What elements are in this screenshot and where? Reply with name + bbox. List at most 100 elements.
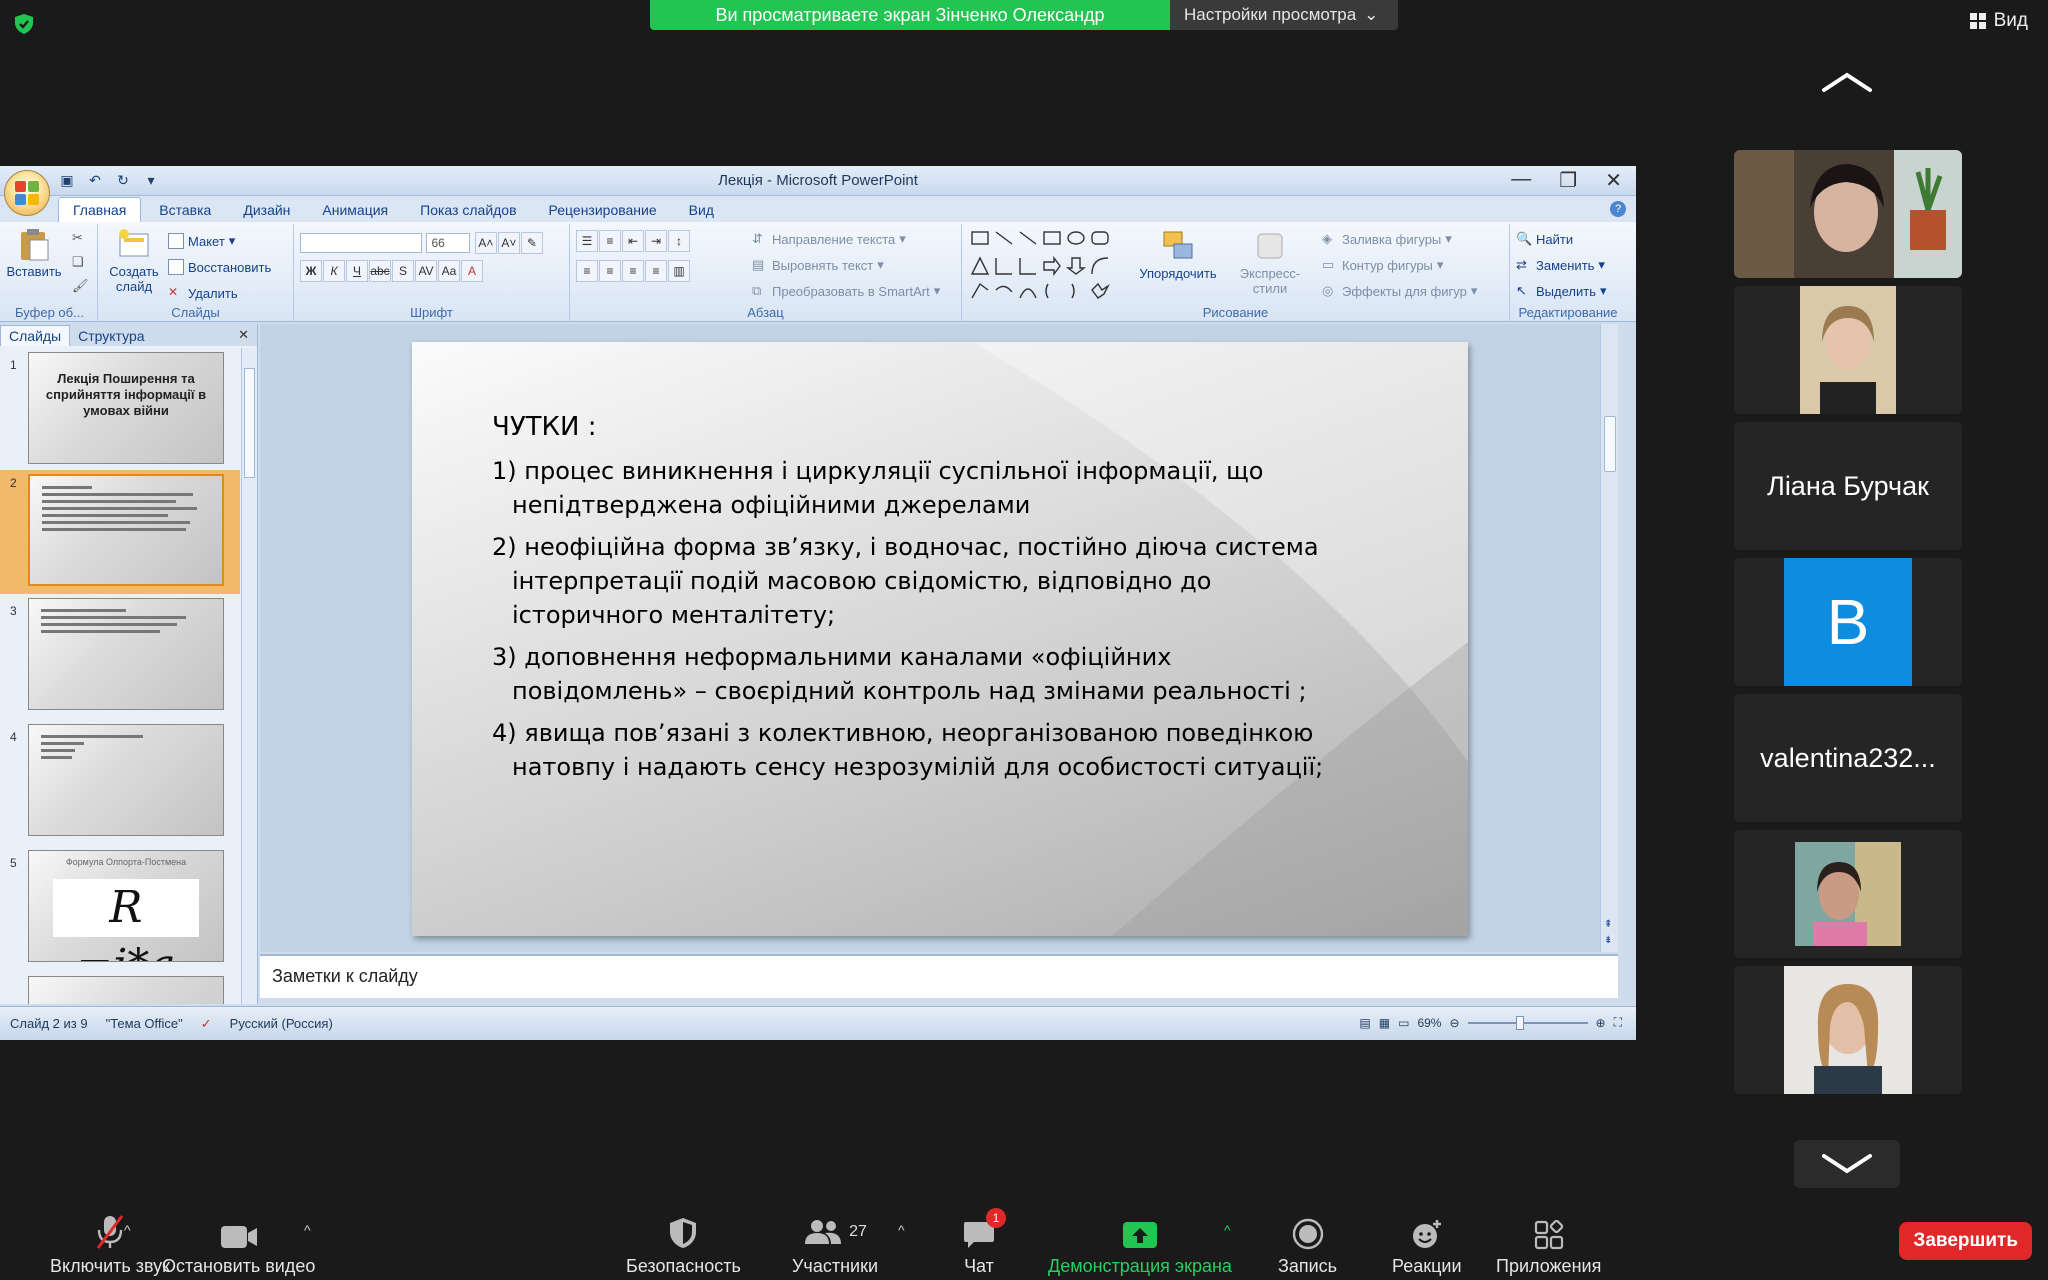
layout-button[interactable]: Макет ▾ [168,228,271,254]
shrink-font-button[interactable]: A˅ [497,232,520,254]
participant-tile[interactable] [1734,830,1962,958]
shapes-gallery[interactable] [968,228,1118,300]
zoom-out-icon[interactable]: ⊖ [1449,1016,1459,1030]
shape-outline-button[interactable]: ▭ Контур фигуры ▾ [1322,252,1477,278]
tab-outline[interactable]: Структура [70,326,152,346]
new-slide-button[interactable]: Создать слайд [104,226,164,294]
arrange-button[interactable]: Упорядочить [1138,228,1218,281]
underline-button[interactable]: Ч [346,260,368,282]
font-name-field[interactable] [300,233,422,253]
participant-tile[interactable] [1734,286,1962,414]
slide-thumbnail-4[interactable]: 4 [0,724,240,844]
gallery-scroll-down-button[interactable] [1794,1140,1900,1188]
text-direction-button[interactable]: ⇵ Направление текста ▾ [752,226,940,252]
close-icon[interactable]: ✕ [1605,168,1622,193]
minimize-icon[interactable]: — [1511,168,1531,193]
fit-window-icon[interactable]: ⛶ [1614,1015,1622,1030]
slideshow-view-icon[interactable]: ▭ [1398,1016,1409,1030]
zoom-slider[interactable] [1467,1015,1588,1030]
audio-options-chevron-icon[interactable]: ^ [124,1222,131,1238]
replace-button[interactable]: ⇄ Заменить ▾ [1516,252,1607,278]
tab-view[interactable]: Вид [675,198,728,222]
delete-slide-button[interactable]: ✕ Удалить [168,280,271,306]
zoom-in-icon[interactable]: ⊕ [1596,1016,1606,1030]
sorter-view-icon[interactable]: ▦ [1379,1016,1390,1030]
shape-fill-button[interactable]: ◈ Заливка фигуры ▾ [1322,226,1477,252]
tab-home[interactable]: Главная [58,197,142,222]
language-indicator[interactable]: Русский (Россия) [230,1016,333,1031]
justify-button[interactable]: ≡ [645,260,667,282]
slide-thumbnail-5[interactable]: 5 Формула Олпорта-Постмена R =i*a [0,850,240,970]
apps-button[interactable]: Приложения [1496,1214,1601,1277]
participant-tile[interactable]: B [1734,558,1962,686]
spacing-button[interactable]: AV [415,260,437,282]
close-panel-icon[interactable]: ✕ [238,327,249,343]
slide-thumbnail-2[interactable]: 2 [0,470,240,594]
stop-video-button[interactable]: Остановить видео [162,1214,315,1277]
columns-button[interactable]: ▥ [668,260,690,282]
tab-design[interactable]: Дизайн [229,198,304,222]
panel-scroll-thumb[interactable] [244,368,255,478]
panel-scrollbar[interactable] [241,348,257,1004]
help-icon[interactable]: ? [1610,201,1626,217]
font-size-field[interactable]: 66 [426,233,471,253]
slide-thumbnail-6[interactable] [0,976,240,1004]
slide-thumbnail-3[interactable]: 3 [0,598,240,718]
zoom-slider-thumb[interactable] [1515,1015,1524,1030]
paste-button[interactable]: Вставить [6,226,62,279]
end-meeting-button[interactable]: Завершить [1899,1222,2032,1260]
tab-slideshow[interactable]: Показ слайдов [406,198,530,222]
convert-smartart-button[interactable]: ⧉ Преобразовать в SmartArt ▾ [752,278,940,304]
office-button[interactable] [4,170,50,216]
share-screen-button[interactable]: Демонстрация экрана [1048,1214,1232,1277]
tab-review[interactable]: Рецензирование [535,198,671,222]
strikethrough-button[interactable]: abc [369,260,391,282]
reactions-button[interactable]: Реакции [1392,1214,1462,1277]
font-color-button[interactable]: A [461,260,483,282]
tab-animation[interactable]: Анимация [308,198,402,222]
spellcheck-icon[interactable]: ✓ [201,1016,212,1032]
quick-styles-button[interactable]: Экспресс-стили [1224,228,1316,296]
reset-button[interactable]: Восстановить [168,254,271,280]
align-center-button[interactable]: ≡ [599,260,621,282]
select-button[interactable]: ↖ Выделить ▾ [1516,278,1607,304]
grow-font-button[interactable]: A˄ [474,232,497,254]
participant-tile[interactable] [1734,966,1962,1094]
normal-view-icon[interactable]: ▤ [1359,1016,1370,1030]
notes-field[interactable]: Заметки к слайду [260,954,1618,998]
participant-tile[interactable]: valentina232... [1734,694,1962,822]
format-painter-icon[interactable]: 🖌 [72,278,89,294]
clear-format-button[interactable]: ✎ [520,232,543,254]
participants-options-chevron-icon[interactable]: ^ [898,1222,905,1238]
current-slide[interactable]: ЧУТКИ : 1) процес виникнення і циркуляці… [412,342,1468,936]
numbering-button[interactable]: ≡ [599,230,621,252]
align-text-button[interactable]: ▤ Выровнять текст ▾ [752,252,940,278]
bullets-button[interactable]: ☰ [576,230,598,252]
video-options-chevron-icon[interactable]: ^ [304,1222,311,1238]
share-options-chevron-icon[interactable]: ^ [1224,1222,1231,1238]
view-button[interactable]: Вид [1969,10,2028,32]
bold-button[interactable]: Ж [300,260,322,282]
canvas-scrollbar[interactable]: ⇞ ⇟ [1600,324,1618,952]
shadow-button[interactable]: S [392,260,414,282]
gallery-scroll-up-button[interactable] [1794,58,1900,106]
security-button[interactable]: Безопасность [626,1214,741,1277]
decrease-indent-button[interactable]: ⇤ [622,230,644,252]
view-options-dropdown[interactable]: Настройки просмотра ⌄ [1170,0,1398,30]
shape-effects-button[interactable]: ◎ Эффекты для фигур ▾ [1322,278,1477,304]
increase-indent-button[interactable]: ⇥ [645,230,667,252]
align-right-button[interactable]: ≡ [622,260,644,282]
slide-thumbnail-1[interactable]: 1 Лекція Поширення та сприйняття інформа… [0,352,240,472]
find-button[interactable]: 🔍 Найти [1516,226,1607,252]
copy-icon[interactable]: ❏ [72,254,89,270]
restore-icon[interactable]: ❐ [1559,168,1577,193]
chat-button[interactable]: 1 Чат [962,1208,1006,1277]
participant-tile[interactable] [1734,150,1962,278]
italic-button[interactable]: К [323,260,345,282]
canvas-scroll-thumb[interactable] [1604,416,1616,472]
record-button[interactable]: Запись [1278,1214,1337,1277]
change-case-button[interactable]: Aa [438,260,460,282]
next-slide-icon[interactable]: ⇟ [1604,935,1612,946]
tab-insert[interactable]: Вставка [145,198,225,222]
line-spacing-button[interactable]: ↕ [668,230,690,252]
